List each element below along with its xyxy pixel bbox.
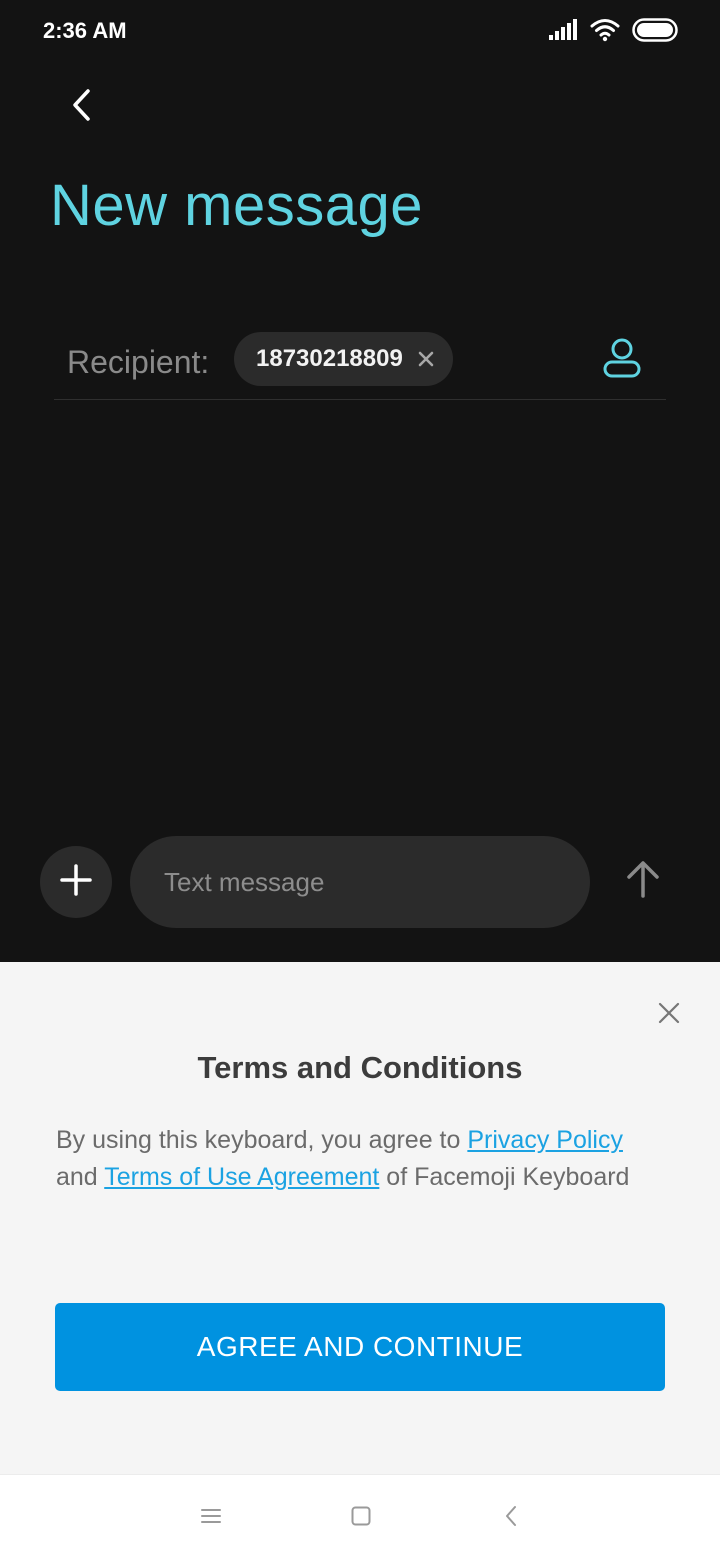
nav-back-button[interactable] [496, 1503, 526, 1533]
arrow-up-icon [625, 859, 661, 904]
home-icon [350, 1505, 372, 1532]
close-icon [657, 1001, 681, 1030]
status-bar: 2:36 AM [0, 0, 720, 66]
back-button[interactable] [58, 84, 104, 130]
chevron-left-icon [68, 88, 94, 127]
plus-icon [59, 863, 93, 902]
menu-icon [200, 1507, 222, 1530]
signal-icon [548, 19, 578, 41]
status-time: 2:36 AM [43, 18, 127, 43]
terms-close-button[interactable] [652, 998, 686, 1032]
terms-of-use-link[interactable]: Terms of Use Agreement [104, 1163, 379, 1191]
terms-sheet: Terms and Conditions By using this keybo… [0, 962, 720, 1474]
message-input[interactable] [164, 836, 564, 928]
home-button[interactable] [346, 1503, 376, 1533]
message-input-container [130, 836, 590, 928]
terms-title: Terms and Conditions [197, 1050, 523, 1085]
terms-body: By using this keyboard, you agree to Pri… [56, 1122, 636, 1196]
recipient-chip[interactable]: 18730218809 [234, 332, 453, 386]
battery-icon [632, 18, 678, 42]
send-button[interactable] [620, 858, 666, 904]
recipient-chip-text: 18730218809 [256, 345, 403, 372]
new-message-screen: 2:36 AM New message Recipient: 187302188… [0, 0, 720, 1560]
attach-button[interactable] [40, 846, 112, 918]
navigation-bar [0, 1474, 720, 1560]
status-icons [548, 18, 678, 42]
menu-button[interactable] [196, 1503, 226, 1533]
terms-body-middle: and [56, 1163, 105, 1191]
recipient-label: Recipient: [67, 344, 210, 380]
close-icon[interactable] [415, 348, 437, 370]
privacy-policy-link[interactable]: Privacy Policy [467, 1126, 623, 1154]
terms-body-suffix: of Facemoji Keyboard [379, 1163, 630, 1191]
back-icon [503, 1505, 519, 1532]
page-title: New message [50, 173, 423, 238]
recipient-row: Recipient: 18730218809 [54, 330, 666, 400]
agree-and-continue-button[interactable]: AGREE AND CONTINUE [55, 1303, 665, 1391]
message-composer [0, 836, 720, 930]
contact-picker-button[interactable] [600, 338, 644, 382]
terms-body-prefix: By using this keyboard, you agree to [56, 1126, 468, 1154]
wifi-icon [590, 18, 620, 42]
person-icon [602, 337, 642, 384]
